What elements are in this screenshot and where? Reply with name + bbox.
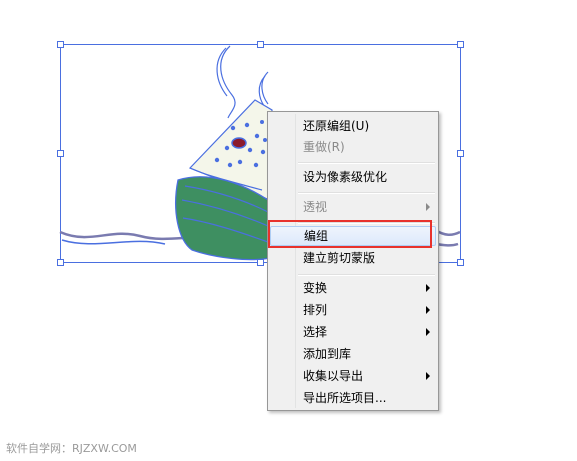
watermark-text: 软件自学网：RJZXW.COM [6, 442, 137, 455]
menu-item-label: 重做(R) [303, 140, 345, 154]
red-date [231, 137, 247, 149]
handle-middle-left [57, 150, 64, 157]
context-menu[interactable]: 还原编组(U) 重做(R) 设为像素级优化 透视 编组 建立剪切蒙版 变换 排列… [267, 111, 439, 411]
submenu-arrow-icon [426, 372, 430, 380]
menu-item-select[interactable]: 选择 [270, 322, 436, 342]
submenu-arrow-icon [426, 284, 430, 292]
menu-item-label: 透视 [303, 200, 328, 214]
handle-bottom-right [457, 259, 464, 266]
handle-middle-right [457, 150, 464, 157]
menu-item-transform[interactable]: 变换 [270, 278, 436, 298]
submenu-arrow-icon [426, 306, 430, 314]
handle-bottom-left [57, 259, 64, 266]
menu-separator [298, 162, 435, 164]
handle-top-right [457, 41, 464, 48]
menu-item-label: 建立剪切蒙版 [303, 251, 376, 265]
menu-item-collect-for-export[interactable]: 收集以导出 [270, 366, 436, 386]
menu-item-label: 排列 [303, 303, 328, 317]
menu-separator [298, 274, 435, 276]
menu-item-label: 设为像素级优化 [303, 170, 388, 184]
menu-item-label: 还原编组(U) [303, 119, 370, 133]
menu-item-label: 选择 [303, 325, 328, 339]
menu-item-label: 变换 [303, 281, 328, 295]
menu-item-add-to-library[interactable]: 添加到库 [270, 344, 436, 364]
annotation-highlight-box [268, 220, 432, 248]
menu-item-arrange[interactable]: 排列 [270, 300, 436, 320]
menu-item-label: 收集以导出 [303, 369, 364, 383]
handle-top-left [57, 41, 64, 48]
menu-item-redo: 重做(R) [270, 137, 436, 157]
menu-item-label: 导出所选项目... [303, 391, 387, 405]
submenu-arrow-icon [426, 203, 430, 211]
menu-item-label: 添加到库 [303, 347, 352, 361]
menu-separator [298, 192, 435, 194]
menu-item-export-selection[interactable]: 导出所选项目... [270, 388, 436, 408]
menu-item-perspective: 透视 [270, 197, 436, 217]
handle-bottom-middle [257, 259, 264, 266]
menu-item-undo-group[interactable]: 还原编组(U) [270, 116, 436, 136]
menu-item-make-clipping-mask[interactable]: 建立剪切蒙版 [270, 248, 436, 268]
handle-top-middle [257, 41, 264, 48]
submenu-arrow-icon [426, 328, 430, 336]
menu-item-pixel-optimize[interactable]: 设为像素级优化 [270, 167, 436, 187]
